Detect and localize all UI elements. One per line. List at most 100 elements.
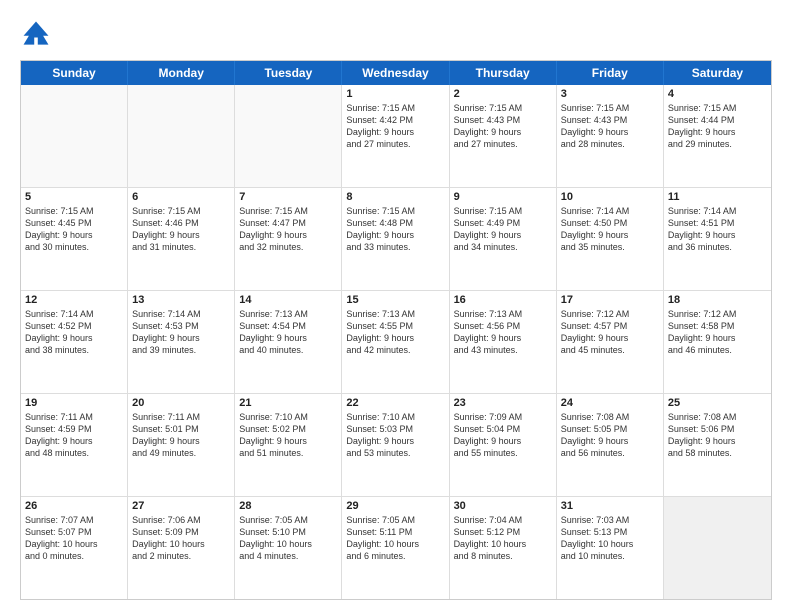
calendar-cell-r3c0: 19 Sunrise: 7:11 AM Sunset: 4:59 PM Dayli…: [21, 394, 128, 496]
cell-info: Sunrise: 7:15 AM Sunset: 4:44 PM Dayligh…: [668, 102, 767, 151]
calendar-cell-r1c5: 10Sunrise: 7:14 AM Sunset: 4:50 PM Dayli…: [557, 188, 664, 290]
day-number: 21: [239, 397, 337, 409]
day-number: 4: [668, 88, 767, 100]
day-number: 13: [132, 294, 230, 306]
calendar-cell-r1c2: 7 Sunrise: 7:15 AM Sunset: 4:47 PM Daylig…: [235, 188, 342, 290]
cell-info: Sunrise: 7:14 AM Sunset: 4:52 PM Dayligh…: [25, 308, 123, 357]
cell-info: Sunrise: 7:14 AM Sunset: 4:53 PM Dayligh…: [132, 308, 230, 357]
day-number: 2: [454, 88, 552, 100]
calendar-cell-r0c3: 1 Sunrise: 7:15 AM Sunset: 4:42 PM Daylig…: [342, 85, 449, 187]
weekday-header-thursday: Thursday: [450, 61, 557, 85]
calendar-cell-r1c6: 11 Sunrise: 7:14 AM Sunset: 4:51 PM Dayli…: [664, 188, 771, 290]
calendar-cell-r1c4: 9Sunrise: 7:15 AM Sunset: 4:49 PM Daylig…: [450, 188, 557, 290]
calendar: SundayMondayTuesdayWednesdayThursdayFrid…: [20, 60, 772, 600]
calendar-cell-r0c5: 3 Sunrise: 7:15 AM Sunset: 4:43 PM Daylig…: [557, 85, 664, 187]
cell-info: Sunrise: 7:15 AM Sunset: 4:45 PM Dayligh…: [25, 205, 123, 254]
calendar-cell-r2c4: 16Sunrise: 7:13 AM Sunset: 4:56 PM Dayli…: [450, 291, 557, 393]
cell-info: Sunrise: 7:15 AM Sunset: 4:47 PM Dayligh…: [239, 205, 337, 254]
cell-info: Sunrise: 7:10 AM Sunset: 5:03 PM Dayligh…: [346, 411, 444, 460]
calendar-cell-r3c6: 25 Sunrise: 7:08 AM Sunset: 5:06 PM Dayli…: [664, 394, 771, 496]
calendar-cell-r4c2: 28 Sunrise: 7:05 AM Sunset: 5:10 PM Dayli…: [235, 497, 342, 599]
weekday-header-monday: Monday: [128, 61, 235, 85]
day-number: 18: [668, 294, 767, 306]
weekday-header-tuesday: Tuesday: [235, 61, 342, 85]
cell-info: Sunrise: 7:05 AM Sunset: 5:10 PM Dayligh…: [239, 514, 337, 563]
cell-info: Sunrise: 7:13 AM Sunset: 4:54 PM Dayligh…: [239, 308, 337, 357]
day-number: 11: [668, 191, 767, 203]
cell-info: Sunrise: 7:11 AM Sunset: 4:59 PM Dayligh…: [25, 411, 123, 460]
day-number: 1: [346, 88, 444, 100]
calendar-cell-r2c0: 12Sunrise: 7:14 AM Sunset: 4:52 PM Dayli…: [21, 291, 128, 393]
cell-info: Sunrise: 7:13 AM Sunset: 4:56 PM Dayligh…: [454, 308, 552, 357]
calendar-row-2: 12Sunrise: 7:14 AM Sunset: 4:52 PM Dayli…: [21, 290, 771, 393]
calendar-cell-r0c0: [21, 85, 128, 187]
day-number: 8: [346, 191, 444, 203]
calendar-row-3: 19 Sunrise: 7:11 AM Sunset: 4:59 PM Dayli…: [21, 393, 771, 496]
calendar-cell-r2c6: 18Sunrise: 7:12 AM Sunset: 4:58 PM Dayli…: [664, 291, 771, 393]
weekday-header-friday: Friday: [557, 61, 664, 85]
day-number: 15: [346, 294, 444, 306]
calendar-cell-r1c3: 8 Sunrise: 7:15 AM Sunset: 4:48 PM Daylig…: [342, 188, 449, 290]
cell-info: Sunrise: 7:08 AM Sunset: 5:06 PM Dayligh…: [668, 411, 767, 460]
calendar-body: 1 Sunrise: 7:15 AM Sunset: 4:42 PM Daylig…: [21, 85, 771, 599]
cell-info: Sunrise: 7:05 AM Sunset: 5:11 PM Dayligh…: [346, 514, 444, 563]
cell-info: Sunrise: 7:15 AM Sunset: 4:42 PM Dayligh…: [346, 102, 444, 151]
cell-info: Sunrise: 7:15 AM Sunset: 4:48 PM Dayligh…: [346, 205, 444, 254]
calendar-cell-r0c2: [235, 85, 342, 187]
day-number: 9: [454, 191, 552, 203]
calendar-cell-r3c5: 24 Sunrise: 7:08 AM Sunset: 5:05 PM Dayli…: [557, 394, 664, 496]
day-number: 26: [25, 500, 123, 512]
day-number: 29: [346, 500, 444, 512]
calendar-cell-r1c1: 6Sunrise: 7:15 AM Sunset: 4:46 PM Daylig…: [128, 188, 235, 290]
cell-info: Sunrise: 7:03 AM Sunset: 5:13 PM Dayligh…: [561, 514, 659, 563]
cell-info: Sunrise: 7:12 AM Sunset: 4:57 PM Dayligh…: [561, 308, 659, 357]
weekday-header-saturday: Saturday: [664, 61, 771, 85]
day-number: 17: [561, 294, 659, 306]
cell-info: Sunrise: 7:10 AM Sunset: 5:02 PM Dayligh…: [239, 411, 337, 460]
day-number: 27: [132, 500, 230, 512]
day-number: 7: [239, 191, 337, 203]
weekday-header-wednesday: Wednesday: [342, 61, 449, 85]
day-number: 3: [561, 88, 659, 100]
calendar-cell-r3c3: 22 Sunrise: 7:10 AM Sunset: 5:03 PM Dayli…: [342, 394, 449, 496]
calendar-row-0: 1 Sunrise: 7:15 AM Sunset: 4:42 PM Daylig…: [21, 85, 771, 187]
calendar-cell-r0c6: 4 Sunrise: 7:15 AM Sunset: 4:44 PM Daylig…: [664, 85, 771, 187]
calendar-cell-r2c3: 15 Sunrise: 7:13 AM Sunset: 4:55 PM Dayli…: [342, 291, 449, 393]
calendar-cell-r2c1: 13 Sunrise: 7:14 AM Sunset: 4:53 PM Dayli…: [128, 291, 235, 393]
calendar-cell-r4c3: 29 Sunrise: 7:05 AM Sunset: 5:11 PM Dayli…: [342, 497, 449, 599]
day-number: 24: [561, 397, 659, 409]
cell-info: Sunrise: 7:07 AM Sunset: 5:07 PM Dayligh…: [25, 514, 123, 563]
day-number: 5: [25, 191, 123, 203]
cell-info: Sunrise: 7:06 AM Sunset: 5:09 PM Dayligh…: [132, 514, 230, 563]
day-number: 30: [454, 500, 552, 512]
weekday-header-sunday: Sunday: [21, 61, 128, 85]
cell-info: Sunrise: 7:15 AM Sunset: 4:43 PM Dayligh…: [561, 102, 659, 151]
cell-info: Sunrise: 7:14 AM Sunset: 4:51 PM Dayligh…: [668, 205, 767, 254]
cell-info: Sunrise: 7:11 AM Sunset: 5:01 PM Dayligh…: [132, 411, 230, 460]
cell-info: Sunrise: 7:04 AM Sunset: 5:12 PM Dayligh…: [454, 514, 552, 563]
day-number: 22: [346, 397, 444, 409]
calendar-cell-r0c1: [128, 85, 235, 187]
logo-icon: [20, 18, 52, 50]
calendar-cell-r3c2: 21 Sunrise: 7:10 AM Sunset: 5:02 PM Dayli…: [235, 394, 342, 496]
cell-info: Sunrise: 7:15 AM Sunset: 4:43 PM Dayligh…: [454, 102, 552, 151]
cell-info: Sunrise: 7:13 AM Sunset: 4:55 PM Dayligh…: [346, 308, 444, 357]
day-number: 25: [668, 397, 767, 409]
calendar-cell-r0c4: 2 Sunrise: 7:15 AM Sunset: 4:43 PM Daylig…: [450, 85, 557, 187]
calendar-row-1: 5 Sunrise: 7:15 AM Sunset: 4:45 PM Daylig…: [21, 187, 771, 290]
calendar-cell-r4c6: [664, 497, 771, 599]
calendar-cell-r2c2: 14Sunrise: 7:13 AM Sunset: 4:54 PM Dayli…: [235, 291, 342, 393]
cell-info: Sunrise: 7:08 AM Sunset: 5:05 PM Dayligh…: [561, 411, 659, 460]
day-number: 28: [239, 500, 337, 512]
day-number: 19: [25, 397, 123, 409]
page-header: [20, 18, 772, 50]
day-number: 31: [561, 500, 659, 512]
day-number: 23: [454, 397, 552, 409]
calendar-row-4: 26 Sunrise: 7:07 AM Sunset: 5:07 PM Dayli…: [21, 496, 771, 599]
calendar-cell-r1c0: 5 Sunrise: 7:15 AM Sunset: 4:45 PM Daylig…: [21, 188, 128, 290]
calendar-cell-r4c1: 27 Sunrise: 7:06 AM Sunset: 5:09 PM Dayli…: [128, 497, 235, 599]
calendar-cell-r3c1: 20Sunrise: 7:11 AM Sunset: 5:01 PM Dayli…: [128, 394, 235, 496]
day-number: 10: [561, 191, 659, 203]
day-number: 6: [132, 191, 230, 203]
calendar-cell-r4c0: 26 Sunrise: 7:07 AM Sunset: 5:07 PM Dayli…: [21, 497, 128, 599]
